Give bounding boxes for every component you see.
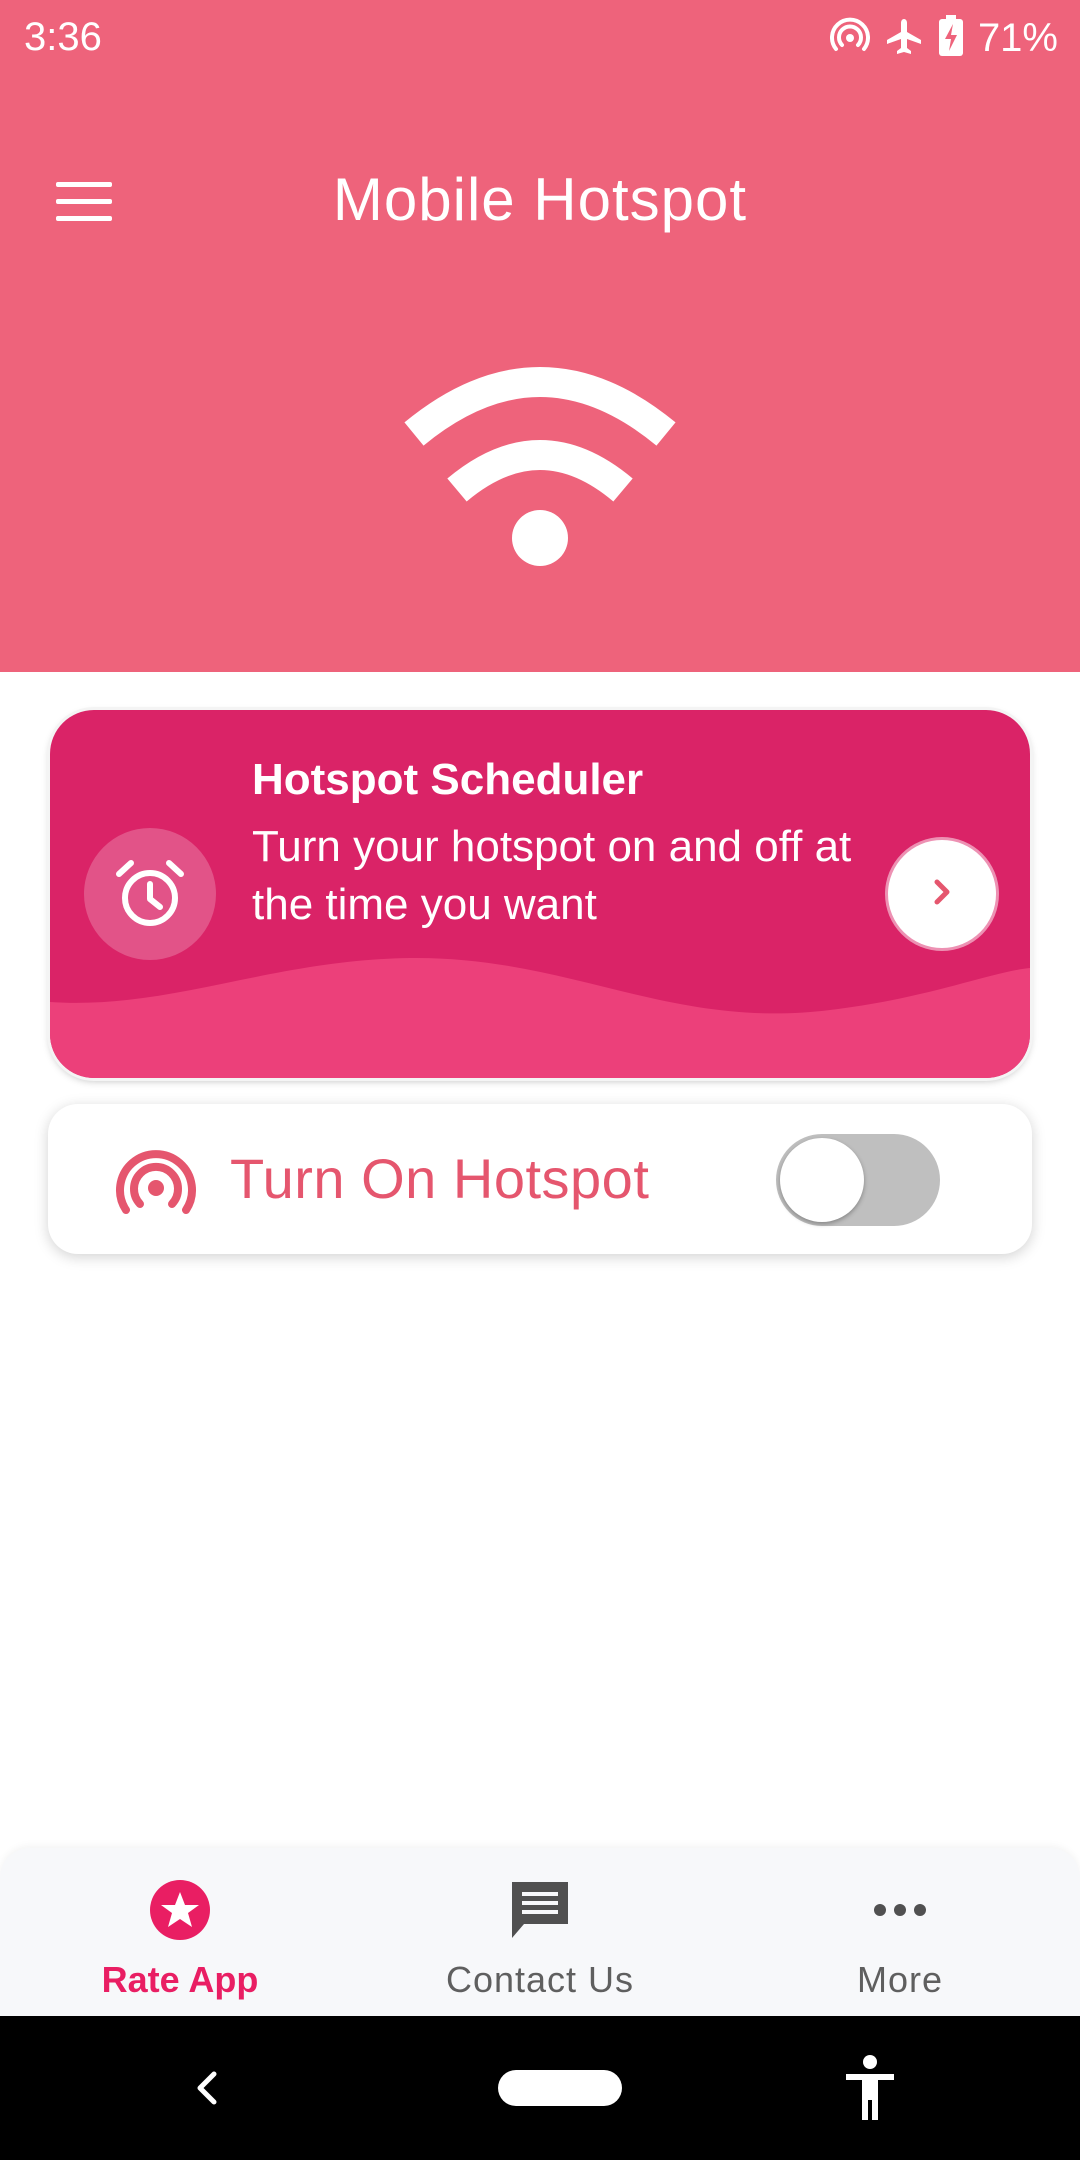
accessibility-icon[interactable] bbox=[842, 2054, 898, 2122]
message-icon bbox=[506, 1876, 574, 1944]
wifi-icon bbox=[400, 360, 680, 580]
nav-label-rate-app: Rate App bbox=[101, 1959, 259, 2000]
home-pill-icon[interactable] bbox=[498, 2070, 622, 2106]
app-header: 3:36 71% Mobile Hotspot bbox=[0, 0, 1080, 672]
battery-charging-icon bbox=[938, 14, 964, 62]
battery-percent: 71% bbox=[977, 16, 1058, 60]
nav-item-more[interactable]: More bbox=[720, 1848, 1080, 2016]
chevron-right-icon bbox=[922, 872, 962, 917]
scheduler-description: Turn your hotspot on and off at the time… bbox=[252, 822, 852, 929]
status-time: 3:36 bbox=[24, 15, 102, 59]
system-navigation-bar bbox=[0, 2016, 1080, 2160]
nav-item-contact-us[interactable]: Contact Us bbox=[360, 1848, 720, 2016]
hotspot-toggle-card[interactable]: Turn On Hotspot bbox=[48, 1104, 1032, 1254]
nav-label-more: More bbox=[856, 1959, 944, 2000]
status-icons: 71% bbox=[830, 10, 1058, 66]
switch-knob bbox=[780, 1138, 864, 1222]
star-icon bbox=[146, 1876, 214, 1944]
hotspot-scheduler-card[interactable]: Hotspot Scheduler Turn your hotspot on a… bbox=[50, 710, 1030, 1078]
back-icon[interactable] bbox=[186, 2060, 230, 2116]
status-bar: 3:36 71% bbox=[0, 0, 1080, 76]
nav-label-contact-us: Contact Us bbox=[445, 1959, 635, 2000]
hotspot-switch[interactable] bbox=[776, 1134, 940, 1226]
page-title: Mobile Hotspot bbox=[332, 166, 748, 233]
hotspot-icon bbox=[114, 1144, 198, 1216]
hotspot-status-icon bbox=[830, 16, 870, 61]
airplane-icon bbox=[884, 16, 924, 61]
bottom-navigation: Rate App Contact Us More bbox=[0, 1848, 1080, 2016]
nav-item-rate-app[interactable]: Rate App bbox=[0, 1848, 360, 2016]
alarm-clock-icon bbox=[84, 828, 216, 960]
more-dots-icon bbox=[866, 1876, 934, 1944]
scheduler-open-button[interactable] bbox=[888, 840, 996, 948]
scheduler-title: Hotspot Scheduler bbox=[252, 755, 644, 804]
hotspot-toggle-label: Turn On Hotspot bbox=[230, 1147, 650, 1210]
